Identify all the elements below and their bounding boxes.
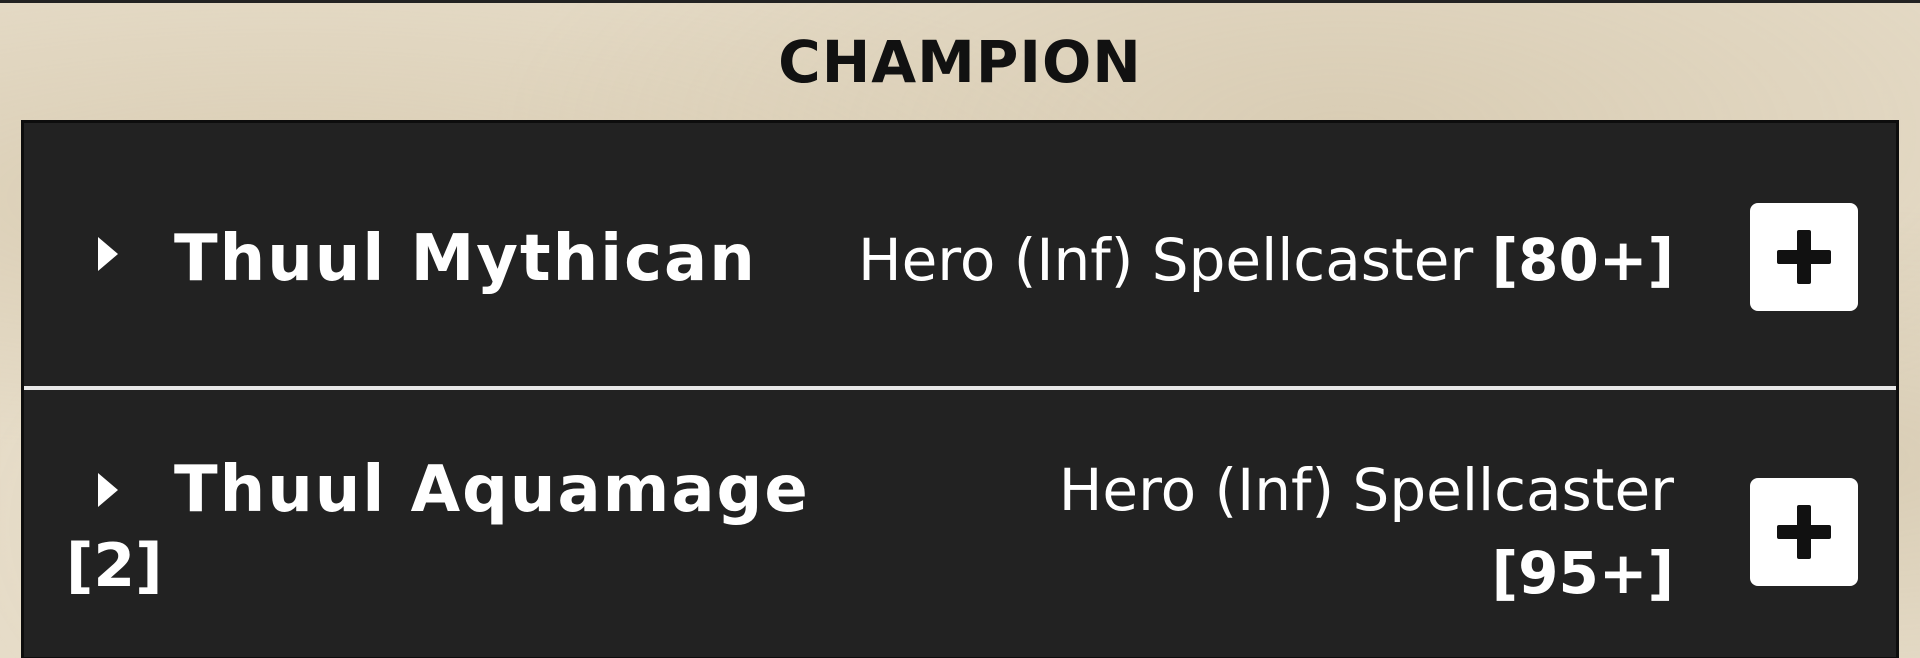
row-divider bbox=[24, 386, 1896, 390]
unit-count: [2] bbox=[66, 531, 163, 601]
caret-right-icon[interactable] bbox=[98, 237, 118, 271]
unit-row-thuul-mythican[interactable]: Thuul Mythican Hero (Inf) Spellcaster [8… bbox=[24, 123, 1896, 386]
caret-right-icon[interactable] bbox=[98, 473, 118, 507]
add-unit-button[interactable] bbox=[1750, 478, 1858, 586]
unit-name: Thuul Aquamage bbox=[174, 453, 810, 527]
unit-name: Thuul Mythican bbox=[174, 222, 757, 296]
section-title: CHAMPION bbox=[778, 28, 1142, 96]
unit-cost: [80+] bbox=[1491, 226, 1674, 294]
unit-row-thuul-aquamage[interactable]: Thuul Aquamage [2] Hero (Inf) Spellcaste… bbox=[24, 393, 1896, 658]
unit-type: Hero (Inf) Spellcaster [80+] bbox=[858, 220, 1674, 300]
unit-list-panel: Thuul Mythican Hero (Inf) Spellcaster [8… bbox=[21, 120, 1899, 658]
top-divider bbox=[0, 0, 1920, 3]
plus-icon bbox=[1777, 230, 1831, 284]
unit-cost: [95+] bbox=[1491, 539, 1674, 607]
unit-type-label: Hero (Inf) Spellcaster bbox=[858, 226, 1474, 294]
add-unit-button[interactable] bbox=[1750, 203, 1858, 311]
plus-icon bbox=[1777, 505, 1831, 559]
unit-type: Hero (Inf) Spellcaster bbox=[1058, 456, 1674, 524]
